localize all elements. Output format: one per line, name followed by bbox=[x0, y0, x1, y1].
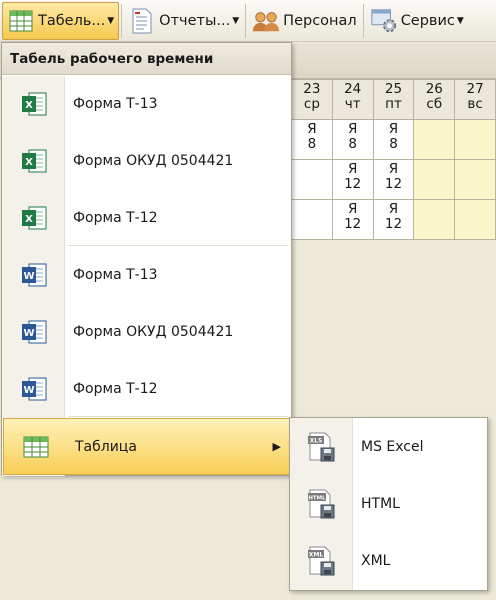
table-icon bbox=[7, 7, 35, 35]
menu-item-label: Форма Т-12 bbox=[73, 209, 158, 226]
main-toolbar: Табель... ▼ Отчеты... ▼ Персонал Сервис … bbox=[0, 0, 496, 42]
service-menu-label: Сервис bbox=[400, 12, 455, 29]
excel-icon: X bbox=[2, 90, 65, 118]
submenu-arrow-icon: ▶ bbox=[272, 440, 281, 453]
svg-text:X: X bbox=[25, 100, 33, 111]
day-header[interactable]: 25 пт bbox=[372, 79, 415, 120]
chevron-down-icon: ▼ bbox=[456, 15, 464, 26]
word-icon: W bbox=[2, 318, 65, 346]
timesheet-menu-button[interactable]: Табель... ▼ bbox=[2, 1, 120, 40]
svg-text:W: W bbox=[23, 385, 34, 396]
grid-cell[interactable]: Я 12 bbox=[331, 199, 374, 240]
submenu-item-html[interactable]: HTML HTML bbox=[290, 475, 487, 532]
menu-item-label: Форма ОКУД 0504421 bbox=[73, 152, 234, 169]
html-badge: HTML bbox=[308, 495, 326, 501]
svg-text:W: W bbox=[23, 271, 34, 282]
xml-save-icon: XML bbox=[290, 546, 353, 576]
day-header[interactable]: 23 ср bbox=[291, 79, 333, 120]
menu-item-label: Таблица bbox=[75, 438, 137, 455]
menu-item-label: Форма Т-13 bbox=[73, 95, 158, 112]
gear-icon bbox=[370, 7, 398, 35]
grid-cell[interactable]: Я8 bbox=[372, 119, 415, 160]
day-header[interactable]: 24 чт bbox=[331, 79, 374, 120]
table-icon bbox=[4, 436, 67, 458]
toolbar-separator bbox=[362, 3, 364, 38]
people-icon bbox=[252, 7, 280, 35]
grid-cell-weekend[interactable] bbox=[454, 199, 496, 240]
svg-text:W: W bbox=[23, 328, 34, 339]
menu-item-word-okud[interactable]: W Форма ОКУД 0504421 bbox=[2, 303, 291, 360]
menu-item-excel-t12[interactable]: X Форма Т-12 bbox=[2, 189, 291, 246]
xml-badge: XML bbox=[308, 551, 323, 558]
grid-cell[interactable] bbox=[291, 199, 333, 240]
menu-item-label: Форма Т-12 bbox=[73, 380, 158, 397]
grid-cell-weekend[interactable] bbox=[413, 159, 456, 200]
excel-icon: X bbox=[2, 204, 65, 232]
grid-cell-weekend[interactable] bbox=[413, 119, 456, 160]
day-header-weekend[interactable]: 27 вс bbox=[454, 79, 496, 120]
grid-cell-weekend[interactable] bbox=[454, 159, 496, 200]
submenu-item-ms-excel[interactable]: XLS MS Excel bbox=[290, 418, 487, 475]
menu-header: Табель рабочего времени bbox=[2, 43, 291, 75]
menu-item-excel-okud[interactable]: X Форма ОКУД 0504421 bbox=[2, 132, 291, 189]
timesheet-menu-label: Табель bbox=[38, 12, 92, 29]
svg-text:X: X bbox=[25, 214, 33, 225]
timesheet-dropdown-menu: Табель рабочего времени X Форма Т-13 X Ф… bbox=[1, 42, 292, 476]
staff-button[interactable]: Персонал bbox=[248, 2, 361, 40]
grid-cell[interactable]: Я8 bbox=[331, 119, 374, 160]
report-icon bbox=[128, 7, 156, 35]
menu-item-label: XML bbox=[361, 552, 391, 569]
menu-item-table[interactable]: Таблица ▶ bbox=[3, 418, 290, 475]
grid-cell[interactable]: Я 12 bbox=[372, 159, 415, 200]
html-save-icon: HTML bbox=[290, 489, 353, 519]
word-icon: W bbox=[2, 375, 65, 403]
toolbar-separator bbox=[245, 3, 247, 38]
chevron-down-icon: ▼ bbox=[107, 15, 115, 26]
reports-menu-button[interactable]: Отчеты... ▼ bbox=[124, 2, 243, 40]
menu-item-label: Форма Т-13 bbox=[73, 266, 158, 283]
svg-text:X: X bbox=[25, 157, 33, 168]
xls-save-icon: XLS bbox=[290, 432, 353, 462]
day-header-weekend[interactable]: 26 сб bbox=[413, 79, 456, 120]
grid-header-row: 23 ср 24 чт 25 пт 26 сб 27 вс bbox=[291, 79, 496, 120]
menu-item-label: MS Excel bbox=[361, 438, 424, 455]
table-row: Я8 Я8 Я8 bbox=[291, 119, 496, 160]
service-menu-button[interactable]: Сервис ▼ bbox=[366, 2, 468, 40]
grid-cell[interactable]: Я 12 bbox=[331, 159, 374, 200]
reports-menu-label: Отчеты bbox=[159, 12, 217, 29]
grid-cell-weekend[interactable] bbox=[454, 119, 496, 160]
staff-label: Персонал bbox=[283, 12, 357, 29]
word-icon: W bbox=[2, 261, 65, 289]
submenu-item-xml[interactable]: XML XML bbox=[290, 532, 487, 589]
grid-cell[interactable] bbox=[291, 159, 333, 200]
menu-item-label: HTML bbox=[361, 495, 400, 512]
table-row: Я 12 Я 12 bbox=[291, 199, 496, 240]
chevron-down-icon: ▼ bbox=[232, 15, 240, 26]
grid-cell[interactable]: Я 12 bbox=[372, 199, 415, 240]
xls-badge: XLS bbox=[309, 437, 322, 444]
menu-item-word-t12[interactable]: W Форма Т-12 bbox=[2, 360, 291, 417]
grid-cell[interactable]: Я8 bbox=[291, 119, 333, 160]
timesheet-grid: 23 ср 24 чт 25 пт 26 сб 27 вс Я8 Я8 Я8 Я 12 Я1… bbox=[291, 79, 496, 240]
menu-item-word-t13[interactable]: W Форма Т-13 bbox=[2, 246, 291, 303]
toolbar-separator bbox=[121, 3, 123, 38]
excel-icon: X bbox=[2, 147, 65, 175]
table-export-submenu: XLS MS Excel HTML HTML XML XML bbox=[289, 417, 488, 591]
grid-cell-weekend[interactable] bbox=[413, 199, 456, 240]
table-row: Я 12 Я 12 bbox=[291, 159, 496, 200]
menu-item-label: Форма ОКУД 0504421 bbox=[73, 323, 234, 340]
menu-item-excel-t13[interactable]: X Форма Т-13 bbox=[2, 75, 291, 132]
